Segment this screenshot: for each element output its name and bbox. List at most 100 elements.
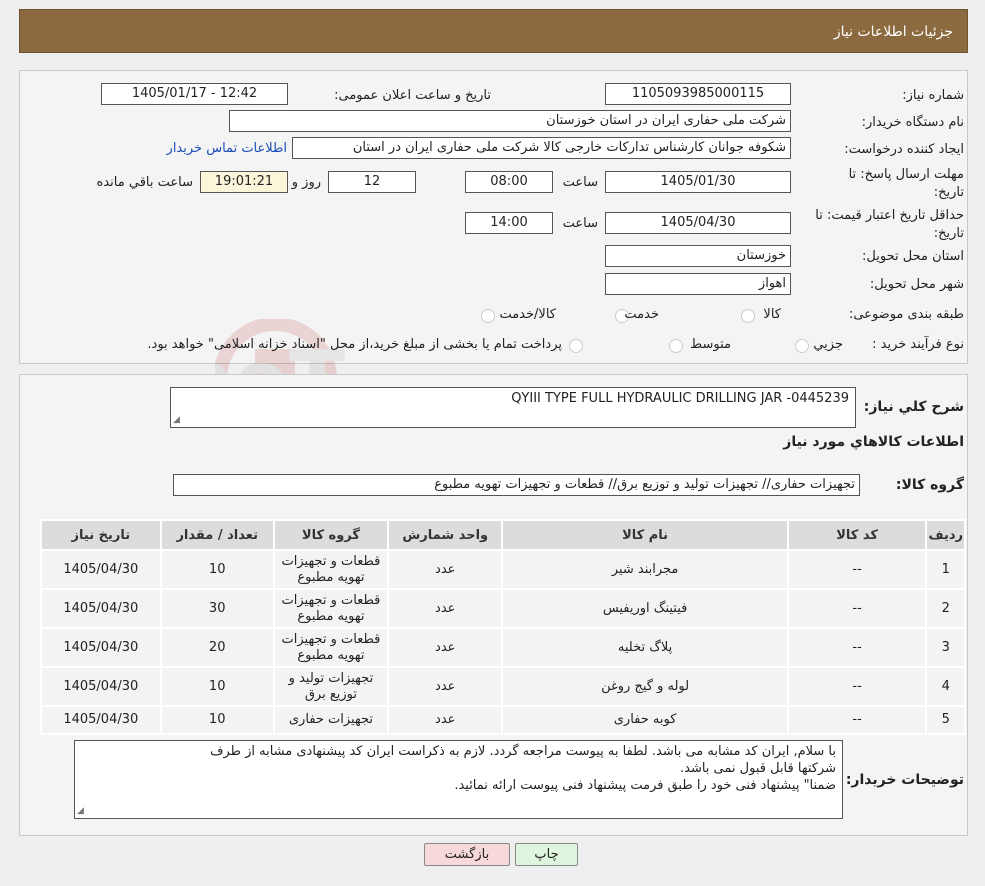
province-field: خوزستان — [605, 245, 791, 267]
process-label: نوع فرآیند خرید : — [872, 337, 964, 352]
cell-quantity: 10 — [159, 549, 275, 590]
cell-quantity: 20 — [159, 627, 275, 668]
validity-time-field: 14:00 — [465, 212, 553, 234]
resize-grip-icon[interactable]: ◢ — [173, 416, 180, 425]
need-number-field: 1105093985000115 — [605, 83, 791, 105]
days-field: 12 — [328, 171, 416, 193]
cell-row-number: 4 — [925, 666, 966, 707]
category-label: طبقه بندی موضوعی: — [848, 307, 964, 322]
buyer-notes-textarea[interactable]: با سلام, ایران کد مشابه می باشد. لطفا به… — [74, 740, 843, 819]
cell-group: تجهیزات تولید و توزیع برق — [272, 666, 390, 707]
table-row: 1 -- مجرابند شیر عدد قطعات و تجهیزات تهو… — [40, 549, 966, 590]
process-option-medium: متوسط — [690, 337, 731, 352]
days-label: روز و — [291, 175, 321, 190]
buyer-notes-line-3: ضمنا" پیشنهاد فنی خود را طبق فرمت پیشنها… — [454, 778, 836, 793]
table-row: 2 -- فیتینگ اوریفیس عدد قطعات و تجهیزات … — [40, 588, 966, 629]
province-label: استان محل تحویل: — [862, 249, 964, 264]
page-header: جزئیات اطلاعات نیاز — [19, 9, 968, 53]
cell-group: قطعات و تجهیزات تهویه مطبوع — [272, 588, 390, 629]
cell-code: -- — [786, 627, 928, 668]
city-field: اهواز — [605, 273, 791, 295]
cell-row-number: 5 — [925, 705, 966, 735]
goods-group-field: تجهیزات حفاری// تجهیزات تولید و توزیع بر… — [173, 474, 860, 496]
cell-unit: عدد — [387, 627, 504, 668]
resize-grip-icon[interactable]: ◢ — [77, 807, 84, 816]
category-option-goods-service: کالا/خدمت — [499, 307, 556, 322]
cell-unit: عدد — [387, 705, 504, 735]
buyer-notes-line-1: با سلام, ایران کد مشابه می باشد. لطفا به… — [209, 744, 836, 759]
remaining-label: ساعت باقي مانده — [96, 175, 193, 190]
deadline-label: مهلت ارسال پاسخ: تا — [848, 167, 964, 182]
col-header-quantity: تعداد / مقدار — [159, 519, 275, 551]
deadline-label-date: تاریخ: — [933, 185, 964, 200]
cell-quantity: 10 — [159, 705, 275, 735]
print-button[interactable]: چاپ — [515, 843, 578, 866]
validity-time-label: ساعت — [562, 216, 598, 231]
deadline-time-field: 08:00 — [465, 171, 553, 193]
cell-code: -- — [786, 705, 928, 735]
info-panel: AriaTender.neT شماره نیاز: 1105093985000… — [19, 70, 968, 439]
col-header-row-number: ردیف — [925, 519, 966, 551]
cell-row-number: 3 — [925, 627, 966, 668]
back-button[interactable]: بازگشت — [424, 843, 510, 866]
cell-row-number: 2 — [925, 588, 966, 629]
summary-text: QYIII TYPE FULL HYDRAULIC DRILLING JAR -… — [511, 391, 849, 406]
validity-date-field: 1405/04/30 — [605, 212, 791, 234]
table-row: 3 -- پلاگ تخلیه عدد قطعات و تجهیزات تهوی… — [40, 627, 966, 668]
col-header-group: گروه کالا — [272, 519, 390, 551]
announce-field: 1405/01/17 - 12:42 — [101, 83, 288, 105]
deadline-time-label: ساعت — [562, 175, 598, 190]
col-header-name: نام کالا — [501, 519, 789, 551]
city-label: شهر محل تحویل: — [869, 277, 964, 292]
category-radio-goods[interactable] — [741, 309, 755, 323]
cell-date: 1405/04/30 — [40, 588, 162, 629]
cell-unit: عدد — [387, 549, 504, 590]
cell-unit: عدد — [387, 588, 504, 629]
category-option-goods: کالا — [763, 307, 781, 322]
validity-label: حداقل تاریخ اعتبار قیمت: تا — [815, 208, 964, 223]
col-header-date: تاریخ نیاز — [40, 519, 162, 551]
cell-code: -- — [786, 666, 928, 707]
cell-quantity: 10 — [159, 666, 275, 707]
goods-group-label: گروه کالا: — [895, 477, 964, 493]
cell-date: 1405/04/30 — [40, 627, 162, 668]
cell-name: مجرابند شیر — [501, 549, 789, 590]
buyer-contact-link[interactable]: اطلاعات تماس خریدار — [167, 141, 287, 156]
summary-textarea[interactable]: QYIII TYPE FULL HYDRAULIC DRILLING JAR -… — [170, 387, 856, 428]
process-option-minor: جزیي — [813, 337, 843, 352]
buyer-notes-label: توضیحات خریدار: — [845, 772, 964, 788]
cell-group: قطعات و تجهیزات تهویه مطبوع — [272, 627, 390, 668]
goods-info-title: اطلاعات کالاهاي مورد نیاز — [783, 434, 964, 450]
cell-date: 1405/04/30 — [40, 549, 162, 590]
category-radio-goods-service[interactable] — [481, 309, 495, 323]
cell-quantity: 30 — [159, 588, 275, 629]
table-row: 5 -- کوبه حفاری عدد تجهیزات حفاری 10 140… — [40, 705, 966, 735]
cell-unit: عدد — [387, 666, 504, 707]
deadline-date-field: 1405/01/30 — [605, 171, 791, 193]
creator-field: شکوفه جوانان کارشناس تدارکات خارجی کالا … — [292, 137, 791, 159]
summary-label: شرح کلي نیاز: — [863, 399, 964, 415]
cell-name: کوبه حفاری — [501, 705, 789, 735]
treasury-checkbox[interactable] — [569, 339, 583, 353]
cell-code: -- — [786, 549, 928, 590]
validity-label-date: تاریخ: — [933, 226, 964, 241]
page-title: جزئیات اطلاعات نیاز — [833, 24, 953, 40]
cell-name: پلاگ تخلیه — [501, 627, 789, 668]
cell-row-number: 1 — [925, 549, 966, 590]
cell-group: تجهیزات حفاری — [272, 705, 390, 735]
table-row: 4 -- لوله و گیج روغن عدد تجهیزات تولید و… — [40, 666, 966, 707]
remaining-time-field: 19:01:21 — [200, 171, 288, 193]
need-number-label: شماره نیاز: — [902, 88, 964, 103]
buyer-field: شرکت ملی حفاری ایران در استان خوزستان — [229, 110, 791, 132]
cell-name: لوله و گیج روغن — [501, 666, 789, 707]
process-radio-medium[interactable] — [669, 339, 683, 353]
announce-label: تاریخ و ساعت اعلان عمومی: — [334, 88, 491, 103]
buyer-label: نام دستگاه خریدار: — [861, 115, 964, 130]
table-header-row: ردیف کد کالا نام کالا واحد شمارش گروه کا… — [40, 519, 966, 551]
cell-group: قطعات و تجهیزات تهویه مطبوع — [272, 549, 390, 590]
process-radio-minor[interactable] — [795, 339, 809, 353]
creator-label: ایجاد کننده درخواست: — [844, 142, 964, 157]
category-option-service: خدمت — [624, 307, 659, 322]
col-header-code: کد کالا — [786, 519, 928, 551]
cell-name: فیتینگ اوریفیس — [501, 588, 789, 629]
